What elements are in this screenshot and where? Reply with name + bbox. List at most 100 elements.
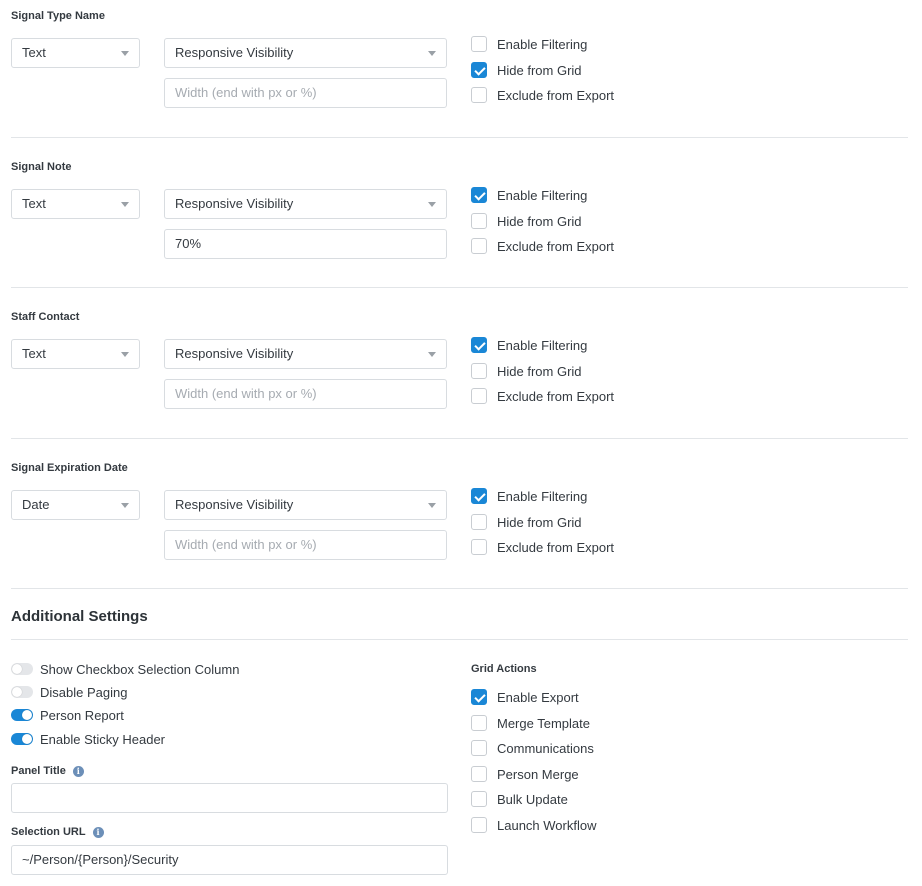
field-title: Signal Type Name [11, 10, 105, 22]
chevron-down-icon [121, 352, 129, 357]
responsive-visibility-select[interactable]: Responsive Visibility [164, 339, 447, 369]
toggle-switch[interactable] [11, 709, 33, 721]
visibility-value: Responsive Visibility [175, 346, 294, 361]
visibility-value: Responsive Visibility [175, 45, 294, 60]
field-type-value: Text [22, 346, 46, 361]
checkbox-box[interactable] [471, 791, 487, 807]
checkbox-box[interactable] [471, 87, 487, 103]
checkbox-label: Enable Filtering [497, 337, 588, 353]
chevron-down-icon [121, 503, 129, 508]
field-type-value: Text [22, 45, 46, 60]
field-staff-contact: Staff Contact Text Responsive Visibility… [11, 301, 908, 452]
field-title: Signal Expiration Date [11, 462, 128, 474]
field-type-select[interactable]: Text [11, 189, 140, 219]
info-icon[interactable]: i [92, 826, 104, 838]
hide-from-grid-checkbox[interactable]: Hide from Grid [471, 362, 582, 380]
field-type-select[interactable]: Date [11, 490, 140, 520]
checkbox-box[interactable] [471, 187, 487, 203]
divider [11, 639, 908, 640]
checkbox-label: Exclude from Export [497, 539, 615, 555]
hide-from-grid-checkbox[interactable]: Hide from Grid [471, 212, 582, 230]
toggle-person-report[interactable]: Person Report [11, 706, 124, 724]
checkbox-label: Exclude from Export [497, 87, 615, 103]
width-input[interactable]: Width (end with px or %) [164, 78, 447, 108]
checkbox-label: Enable Filtering [497, 36, 588, 52]
checkbox-box[interactable] [471, 62, 487, 78]
checkbox-box[interactable] [471, 363, 487, 379]
grid-actions-title: Grid Actions [471, 663, 537, 675]
panel-title-input[interactable] [11, 783, 448, 813]
enable-filtering-checkbox[interactable]: Enable Filtering [471, 186, 587, 204]
grid-action-launch-workflow[interactable]: Launch Workflow [471, 816, 596, 834]
toggle-label: Person Report [40, 707, 124, 723]
toggle-disable-paging[interactable]: Disable Paging [11, 683, 127, 701]
divider [11, 287, 908, 288]
panel-title-label: Panel Title i [11, 765, 84, 777]
checkbox-label: Hide from Grid [497, 363, 582, 379]
exclude-from-export-checkbox[interactable]: Exclude from Export [471, 387, 614, 405]
divider [11, 137, 908, 138]
enable-filtering-checkbox[interactable]: Enable Filtering [471, 336, 587, 354]
checkbox-box[interactable] [471, 388, 487, 404]
enable-filtering-checkbox[interactable]: Enable Filtering [471, 487, 587, 505]
width-input[interactable]: Width (end with px or %) [164, 379, 447, 409]
chevron-down-icon [121, 51, 129, 56]
checkbox-box[interactable] [471, 715, 487, 731]
grid-action-enable-export[interactable]: Enable Export [471, 688, 579, 706]
grid-action-bulk-update[interactable]: Bulk Update [471, 790, 568, 808]
checkbox-label: Enable Export [497, 689, 579, 705]
info-icon[interactable]: i [72, 765, 84, 777]
checkbox-box[interactable] [471, 337, 487, 353]
checkbox-label: Exclude from Export [497, 388, 615, 404]
toggle-switch[interactable] [11, 663, 33, 675]
enable-filtering-checkbox[interactable]: Enable Filtering [471, 35, 587, 53]
checkbox-label: Hide from Grid [497, 514, 582, 530]
checkbox-box[interactable] [471, 766, 487, 782]
responsive-visibility-select[interactable]: Responsive Visibility [164, 38, 447, 68]
exclude-from-export-checkbox[interactable]: Exclude from Export [471, 86, 614, 104]
checkbox-box[interactable] [471, 488, 487, 504]
selection-url-label: Selection URL i [11, 826, 104, 838]
checkbox-box[interactable] [471, 817, 487, 833]
hide-from-grid-checkbox[interactable]: Hide from Grid [471, 513, 582, 531]
width-input[interactable]: Width (end with px or %) [164, 530, 447, 560]
toggle-knob [22, 710, 32, 720]
divider [11, 588, 908, 589]
chevron-down-icon [121, 202, 129, 207]
checkbox-label: Enable Filtering [497, 488, 588, 504]
chevron-down-icon [428, 51, 436, 56]
hide-from-grid-checkbox[interactable]: Hide from Grid [471, 61, 582, 79]
toggle-switch[interactable] [11, 733, 33, 745]
checkbox-box[interactable] [471, 740, 487, 756]
selection-url-input[interactable]: ~/Person/{Person}/Security [11, 845, 448, 875]
checkbox-box[interactable] [471, 213, 487, 229]
chevron-down-icon [428, 352, 436, 357]
exclude-from-export-checkbox[interactable]: Exclude from Export [471, 538, 614, 556]
chevron-down-icon [428, 503, 436, 508]
width-input[interactable]: 70% [164, 229, 447, 259]
toggle-enable-sticky-header[interactable]: Enable Sticky Header [11, 730, 165, 748]
toggle-show-checkbox-selection[interactable]: Show Checkbox Selection Column [11, 660, 239, 678]
grid-action-merge-template[interactable]: Merge Template [471, 714, 590, 732]
field-type-value: Text [22, 196, 46, 211]
checkbox-box[interactable] [471, 36, 487, 52]
checkbox-box[interactable] [471, 539, 487, 555]
responsive-visibility-select[interactable]: Responsive Visibility [164, 189, 447, 219]
grid-action-person-merge[interactable]: Person Merge [471, 765, 579, 783]
field-type-select[interactable]: Text [11, 38, 140, 68]
checkbox-box[interactable] [471, 689, 487, 705]
checkbox-label: Exclude from Export [497, 238, 615, 254]
exclude-from-export-checkbox[interactable]: Exclude from Export [471, 237, 614, 255]
checkbox-label: Hide from Grid [497, 62, 582, 78]
checkbox-box[interactable] [471, 238, 487, 254]
toggle-knob [22, 734, 32, 744]
divider [11, 438, 908, 439]
selection-url-label-text: Selection URL [11, 826, 86, 838]
toggle-switch[interactable] [11, 686, 33, 698]
toggle-label: Disable Paging [40, 684, 128, 700]
checkbox-label: Communications [497, 740, 594, 756]
grid-action-communications[interactable]: Communications [471, 739, 594, 757]
checkbox-box[interactable] [471, 514, 487, 530]
responsive-visibility-select[interactable]: Responsive Visibility [164, 490, 447, 520]
field-type-select[interactable]: Text [11, 339, 140, 369]
